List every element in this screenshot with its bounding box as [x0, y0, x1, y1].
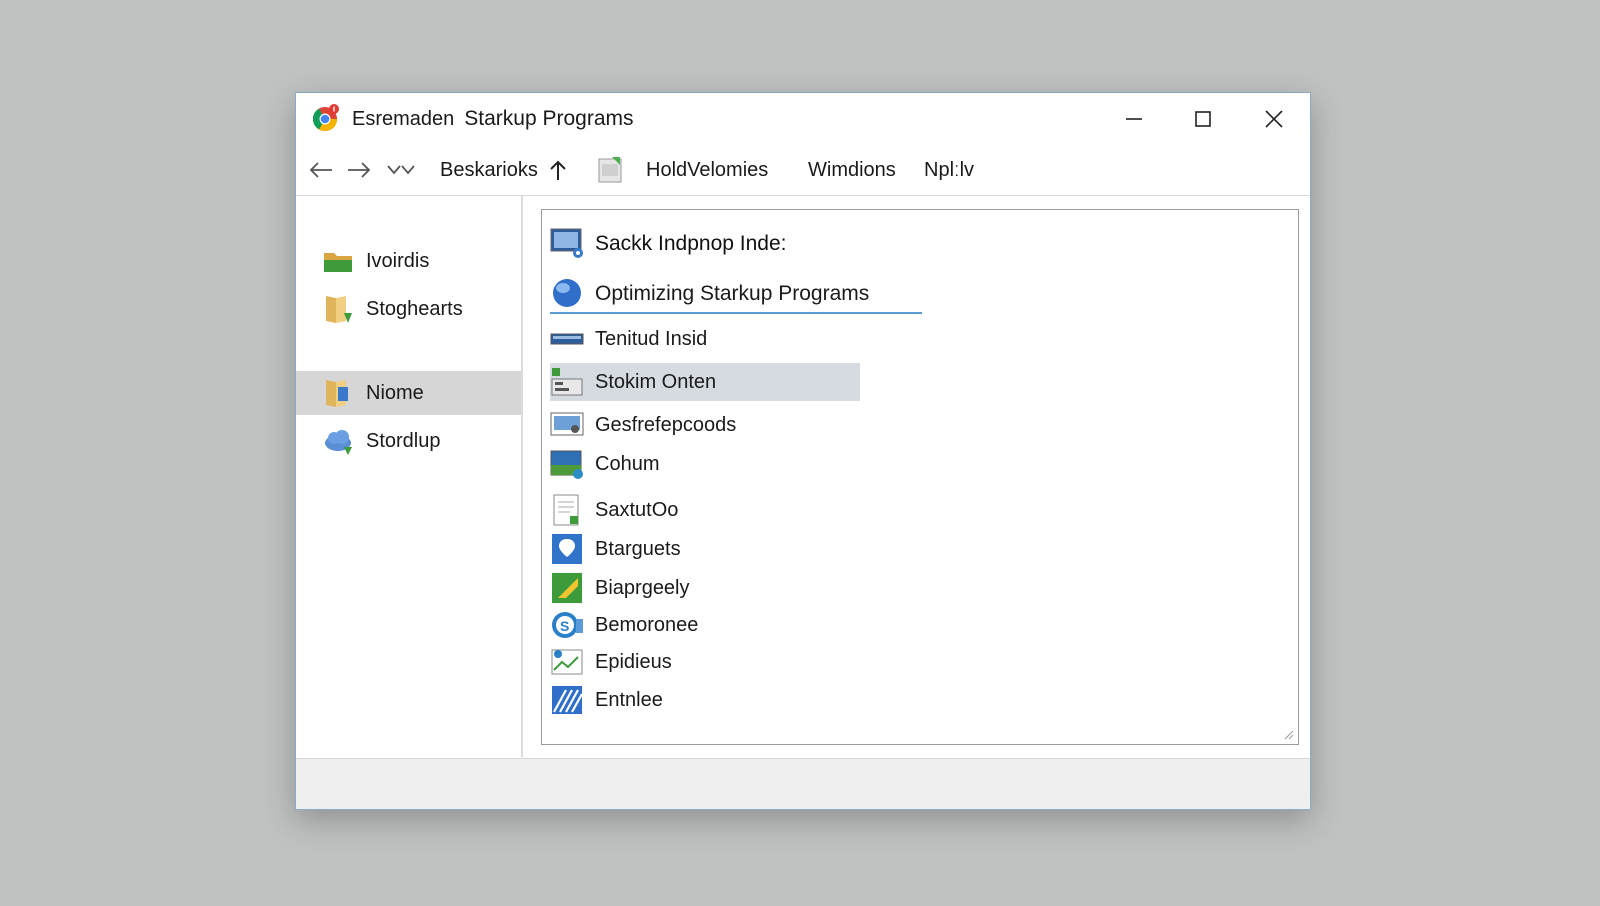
- toolbar: Beskarioks HoldVelomies Wimdions Nplːlv: [296, 145, 1310, 195]
- list-item-label: Epidieus: [595, 651, 672, 673]
- minimize-icon: [1126, 118, 1142, 120]
- sidebar-item-niome[interactable]: Niome: [296, 371, 521, 415]
- nplm-menu[interactable]: Nplːlv: [924, 155, 974, 185]
- sidebar-item-ivoirdis[interactable]: Ivoirdis: [296, 239, 521, 283]
- recent-locations-button[interactable]: [386, 155, 420, 185]
- title-bar[interactable]: Esremaden Starkup Programs: [296, 93, 1310, 145]
- home-folder-icon: [326, 380, 348, 407]
- bar-icon: [550, 333, 584, 345]
- list-item-label: Btarguets: [595, 538, 681, 560]
- program-list-icon: [551, 368, 583, 396]
- optimizing-section[interactable]: Optimizing Starkup Programs: [550, 274, 922, 314]
- document-button[interactable]: [598, 155, 626, 185]
- content-header-label: Sackk Indpnop Inde:: [595, 232, 787, 255]
- list-item-label: Bemoronee: [595, 614, 699, 636]
- arrow-left-icon: [309, 162, 332, 178]
- close-icon: [1265, 110, 1283, 128]
- status-bar: [296, 758, 1310, 809]
- maximize-icon: [1195, 111, 1211, 127]
- window-title-main: Starkup Programs: [464, 107, 634, 130]
- skype-icon: S: [552, 612, 583, 638]
- resize-grip-icon[interactable]: [1282, 728, 1294, 740]
- bookmarks-menu[interactable]: Beskarioks: [440, 155, 538, 185]
- monitor-settings-icon: [550, 228, 583, 258]
- browser-app-icon: [313, 104, 339, 132]
- landscape-icon: [550, 450, 583, 479]
- globe-icon: [553, 279, 581, 307]
- holdvelomies-menu[interactable]: HoldVelomies: [646, 155, 768, 185]
- sidebar: Ivoirdis Stoghearts Niome Stordlup: [296, 196, 523, 757]
- blue-stripes-icon: [552, 686, 583, 714]
- up-button[interactable]: [548, 155, 572, 185]
- arrow-up-icon: [550, 160, 566, 180]
- shield-icon: [552, 534, 582, 564]
- list-item-label: Gesfrefepcoods: [595, 414, 737, 436]
- content-pane: Sackk Indpnop Inde: Optimizing Starkup P…: [541, 209, 1299, 745]
- list-item-label: Stokim Onten: [595, 371, 717, 393]
- optimizing-label: Optimizing Starkup Programs: [595, 282, 870, 305]
- forward-button[interactable]: [346, 155, 376, 185]
- list-item-label: SaxtutOo: [595, 499, 679, 521]
- svg-text:S: S: [560, 618, 569, 634]
- list-item-label: Tenitud Insid: [595, 328, 708, 350]
- sidebar-item-label: Stoghearts: [366, 298, 463, 320]
- cloud-icon: [325, 430, 352, 455]
- back-button[interactable]: [308, 155, 338, 185]
- document-icon: [553, 494, 579, 526]
- sidebar-item-label: Stordlup: [366, 430, 441, 452]
- arrow-right-icon: [348, 162, 371, 178]
- close-button[interactable]: [1244, 99, 1304, 139]
- windows-menu[interactable]: Wimdions: [808, 155, 896, 185]
- monitor-settings-icon: [550, 412, 584, 436]
- minimize-button[interactable]: [1104, 99, 1164, 139]
- main-window: Esremaden Starkup Programs Beskarioks Hol…: [295, 92, 1311, 810]
- maximize-button[interactable]: [1173, 99, 1233, 139]
- green-folder-icon: [324, 253, 352, 272]
- window-title: Esremaden Starkup Programs: [352, 107, 634, 131]
- list-item-label: Biaprgeely: [595, 577, 690, 599]
- sidebar-item-label: Niome: [366, 382, 424, 404]
- sidebar-item-stordlup[interactable]: Stordlup: [296, 419, 521, 463]
- image-chart-icon: [551, 649, 583, 675]
- sidebar-item-stoghearts[interactable]: Stoghearts: [296, 287, 521, 331]
- list-item-label: Entnlee: [595, 689, 663, 711]
- list-item-stokim[interactable]: Stokim Onten: [550, 363, 860, 401]
- sidebar-item-label: Ivoirdis: [366, 250, 430, 272]
- chevron-down-icon: [387, 165, 415, 175]
- window-title-prefix: Esremaden: [352, 108, 455, 130]
- folder-shortcut-icon: [326, 296, 352, 323]
- document-image-icon: [598, 157, 622, 183]
- green-app-icon: [552, 573, 582, 603]
- list-item-label: Cohum: [595, 453, 660, 475]
